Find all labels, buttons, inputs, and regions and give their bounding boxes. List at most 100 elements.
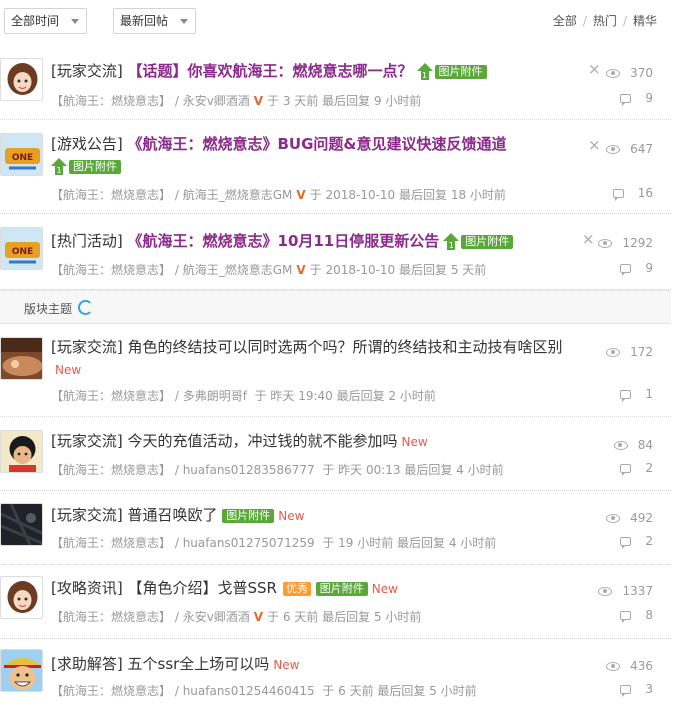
sort-value: 最新回帖 [120, 14, 169, 28]
post-time: 于 6 天前 最后回复 5 小时前 [267, 610, 422, 624]
filter-all[interactable]: 全部 [553, 14, 577, 28]
verified-icon: V [253, 610, 264, 624]
post-category[interactable]: [攻略资讯] [51, 579, 123, 597]
filter-tabs: 全部 / 热门 / 精华 [552, 14, 657, 28]
reply-count: 2 [620, 461, 653, 476]
sticky-post[interactable]: ONE [游戏公告] 《航海王：燃烧意志》BUG问题&意见建议快速反馈通道 1 图片… [0, 120, 671, 214]
svg-text:ONE: ONE [12, 247, 33, 257]
post-meta: 【航海王：燃烧意志】 / 永安v卿酒酒 V 于 3 天前 最后回复 9 小时前 [51, 94, 422, 108]
post-author[interactable]: 多弗朗明哥f [183, 389, 247, 403]
reply-count: 9 [620, 261, 653, 276]
post-category[interactable]: [热门活动] [51, 232, 123, 250]
post-title[interactable]: 【话题】你喜欢航海王：燃烧意志哪一点？ [128, 62, 413, 80]
post-author[interactable]: 航海王_燃烧意志GM [183, 263, 293, 277]
post-title-line: [玩家交流] 普通召唤欧了 图片附件 New [51, 504, 571, 527]
post-forum[interactable]: 【航海王：燃烧意志】 [51, 389, 171, 403]
comment-icon [620, 264, 632, 276]
post-forum[interactable]: 【航海王：燃烧意志】 [51, 188, 171, 202]
post-forum[interactable]: 【航海王：燃烧意志】 [51, 263, 171, 277]
view-count: 647 [606, 142, 653, 156]
chevron-down-icon [180, 19, 188, 24]
list-item[interactable]: [玩家交流] 今天的充值活动，冲过钱的就不能参加吗 New 【航海王：燃烧意志】 … [0, 417, 671, 491]
post-author[interactable]: 航海王_燃烧意志GM [183, 188, 293, 202]
avatar[interactable]: ONE [0, 227, 43, 270]
eye-icon [598, 587, 613, 596]
list-item[interactable]: [玩家交流] 角色的终结技可以同时选两个吗？所谓的终结技和主动技有啥区别New … [0, 324, 671, 417]
view-count: 370 [606, 66, 653, 80]
post-title[interactable]: 今天的充值活动，冲过钱的就不能参加吗 [128, 432, 398, 450]
post-title[interactable]: 普通召唤欧了 [128, 506, 218, 524]
post-category[interactable]: [求助解答] [51, 655, 123, 673]
post-title[interactable]: 《航海王：燃烧意志》10月11日停服更新公告 [128, 232, 440, 250]
sticky-post[interactable]: ONE [热门活动] 《航海王：燃烧意志》10月11日停服更新公告 1 图片附件 【… [0, 214, 671, 290]
avatar[interactable] [0, 649, 43, 692]
post-author[interactable]: 永安v卿酒酒 [183, 610, 250, 624]
post-title[interactable]: 角色的终结技可以同时选两个吗？所谓的终结技和主动技有啥区别 [128, 338, 563, 356]
new-badge: New [273, 658, 300, 672]
post-forum[interactable]: 【航海王：燃烧意志】 [51, 684, 171, 698]
avatar[interactable] [0, 576, 43, 619]
comment-icon [620, 94, 632, 106]
post-time: 于 19 小时前 最后回复 4 小时前 [322, 536, 497, 550]
post-title[interactable]: 【角色介绍】戈普SSR [128, 579, 277, 597]
eye-icon [606, 69, 621, 78]
sort-select[interactable]: 最新回帖 [113, 8, 196, 34]
close-icon[interactable]: × [588, 60, 601, 78]
avatar[interactable] [0, 58, 43, 101]
post-meta: 【航海王：燃烧意志】 / huafans01275071259 于 19 小时前… [51, 536, 497, 550]
upvote-icon: 1 [51, 157, 67, 176]
post-category[interactable]: [游戏公告] [51, 135, 123, 153]
refresh-icon[interactable] [78, 300, 93, 315]
post-time: 于 昨天 19:40 最后回复 2 小时前 [254, 389, 436, 403]
reply-count: 9 [620, 91, 653, 106]
list-item[interactable]: [求助解答] 五个ssr全上场可以吗 New 【航海王：燃烧意志】 / huafa… [0, 639, 671, 706]
post-meta: 【航海王：燃烧意志】 / 多弗朗明哥f 于 昨天 19:40 最后回复 2 小时… [51, 389, 436, 403]
reply-count: 8 [620, 608, 653, 623]
list-item[interactable]: [玩家交流] 普通召唤欧了 图片附件 New 【航海王：燃烧意志】 / huafa… [0, 491, 671, 565]
comment-icon [620, 611, 632, 623]
post-author[interactable]: huafans01275071259 [183, 536, 315, 550]
post-author[interactable]: huafans01254460415 [183, 684, 315, 698]
list-item[interactable]: [攻略资讯] 【角色介绍】戈普SSR 优秀 图片附件 New 【航海王：燃烧意志】 … [0, 565, 671, 639]
post-title[interactable]: 《航海王：燃烧意志》BUG问题&意见建议快速反馈通道 [128, 135, 507, 153]
post-title-line: [攻略资讯] 【角色介绍】戈普SSR 优秀 图片附件 New [51, 577, 571, 600]
avatar[interactable]: ONE [0, 133, 43, 176]
image-attachment-badge: 图片附件 [315, 581, 368, 596]
avatar[interactable] [0, 503, 43, 546]
post-time: 于 3 天前 最后回复 9 小时前 [267, 94, 422, 108]
filter-hot[interactable]: 热门 [593, 14, 617, 28]
post-meta: 【航海王：燃烧意志】 / huafans01283586777 于 昨天 00:… [51, 463, 504, 477]
avatar[interactable] [0, 337, 43, 380]
close-icon[interactable]: × [582, 230, 595, 248]
time-filter-select[interactable]: 全部时间 [4, 8, 87, 34]
new-badge: New [55, 363, 82, 377]
post-meta: 【航海王：燃烧意志】 / 航海王_燃烧意志GM V 于 2018-10-10 最后回… [51, 263, 487, 277]
post-forum[interactable]: 【航海王：燃烧意志】 [51, 536, 171, 550]
eye-icon [598, 239, 613, 248]
chevron-down-icon [71, 19, 79, 24]
post-title-line: [热门活动] 《航海王：燃烧意志》10月11日停服更新公告 1 图片附件 [51, 230, 591, 252]
upvote-icon: 1 [443, 232, 460, 251]
post-title-line: [玩家交流] 【话题】你喜欢航海王：燃烧意志哪一点？ 1 图片附件 [51, 60, 611, 82]
verified-icon: V [296, 188, 306, 202]
comment-icon [612, 189, 624, 201]
post-forum[interactable]: 【航海王：燃烧意志】 [51, 94, 171, 108]
post-category[interactable]: [玩家交流] [51, 432, 123, 450]
post-category[interactable]: [玩家交流] [51, 62, 123, 80]
sticky-post[interactable]: [玩家交流] 【话题】你喜欢航海王：燃烧意志哪一点？ 1 图片附件 【航海王：燃烧意… [0, 44, 671, 120]
view-count: 84 [613, 438, 653, 452]
post-forum[interactable]: 【航海王：燃烧意志】 [51, 463, 171, 477]
toolbar: 全部时间 最新回帖 全部 / 热门 / 精华 [0, 0, 685, 42]
post-forum[interactable]: 【航海王：燃烧意志】 [51, 610, 171, 624]
post-author[interactable]: 永安v卿酒酒 [183, 94, 250, 108]
filter-digest[interactable]: 精华 [633, 14, 657, 28]
post-time: 于 昨天 00:13 最后回复 4 小时前 [322, 463, 504, 477]
avatar[interactable] [0, 430, 43, 473]
close-icon[interactable]: × [588, 136, 601, 154]
post-title[interactable]: 五个ssr全上场可以吗 [128, 655, 270, 673]
post-author[interactable]: huafans01283586777 [183, 463, 315, 477]
reply-count: 3 [620, 682, 653, 697]
post-category[interactable]: [玩家交流] [51, 338, 123, 356]
post-category[interactable]: [玩家交流] [51, 506, 123, 524]
eye-icon [613, 441, 628, 450]
